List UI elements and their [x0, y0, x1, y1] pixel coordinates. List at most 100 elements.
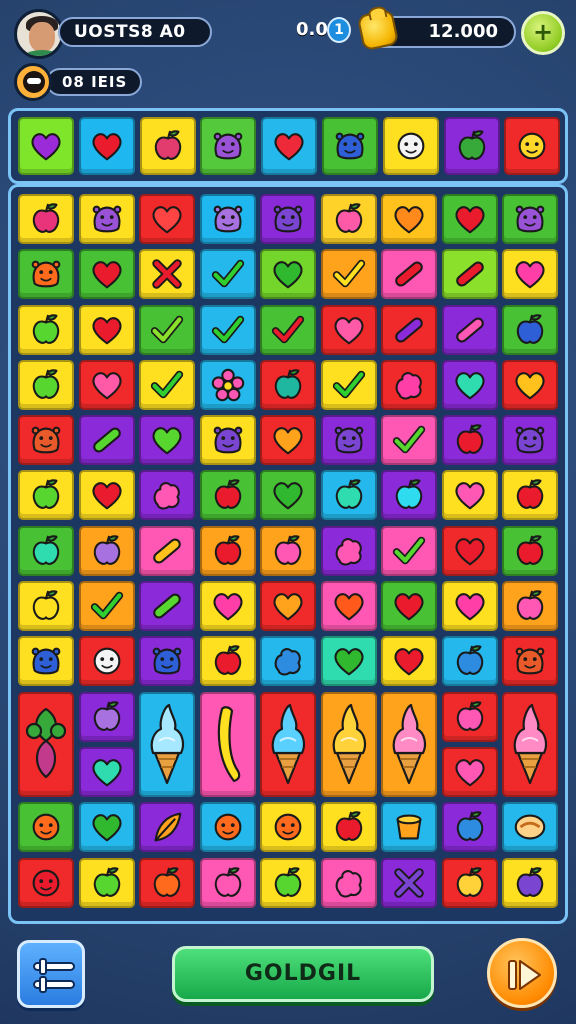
board-tile[interactable]	[320, 359, 377, 410]
board-tile[interactable]	[441, 194, 498, 244]
board-tile[interactable]	[320, 581, 377, 632]
menu-button[interactable]	[17, 940, 85, 1008]
board-tile[interactable]	[199, 802, 256, 853]
add-coins-button[interactable]: +	[521, 11, 565, 55]
board-tile[interactable]	[139, 802, 195, 853]
board-tile[interactable]	[381, 359, 437, 410]
board-tile[interactable]	[441, 304, 498, 355]
board-tile[interactable]	[78, 746, 135, 797]
board-tile[interactable]	[18, 802, 74, 853]
board-tile[interactable]	[260, 857, 316, 908]
board-tile[interactable]	[441, 359, 498, 410]
board-tile[interactable]	[320, 194, 377, 244]
board-tile[interactable]	[139, 415, 195, 466]
board-tile[interactable]	[381, 857, 437, 908]
board-tile[interactable]	[320, 857, 377, 908]
target-tile[interactable]	[504, 117, 561, 175]
board-tile[interactable]	[320, 802, 377, 853]
board-tile[interactable]	[320, 636, 377, 687]
board-tile[interactable]	[381, 525, 437, 576]
target-tile[interactable]	[321, 117, 378, 175]
board-tile[interactable]	[199, 194, 256, 244]
board-tile[interactable]	[199, 636, 256, 687]
target-tile[interactable]	[382, 117, 439, 175]
board-tile[interactable]	[260, 359, 316, 410]
board-tile[interactable]	[78, 249, 135, 300]
board-tile[interactable]	[441, 636, 498, 687]
target-tile[interactable]	[18, 117, 74, 175]
board-tile[interactable]	[18, 525, 74, 576]
board-tile[interactable]	[78, 691, 135, 742]
board-tile[interactable]	[260, 636, 316, 687]
board-tile[interactable]	[441, 802, 498, 853]
board-tile[interactable]	[320, 691, 377, 797]
board-tile[interactable]	[381, 470, 437, 521]
player-avatar[interactable]	[14, 9, 64, 59]
board-tile[interactable]	[78, 802, 135, 853]
board-tile[interactable]	[18, 359, 74, 410]
board-tile[interactable]	[139, 194, 195, 244]
board-tile[interactable]	[199, 249, 256, 300]
board-tile[interactable]	[199, 525, 256, 576]
board-tile[interactable]	[139, 470, 195, 521]
target-tile[interactable]	[443, 117, 500, 175]
board-tile[interactable]	[260, 415, 316, 466]
board-tile[interactable]	[320, 249, 377, 300]
board-tile[interactable]	[502, 470, 558, 521]
board-tile[interactable]	[502, 359, 558, 410]
board-tile[interactable]	[502, 802, 558, 853]
board-tile[interactable]	[199, 359, 256, 410]
board-tile[interactable]	[441, 415, 498, 466]
board-tile[interactable]	[78, 636, 135, 687]
board-tile[interactable]	[441, 746, 498, 797]
board-tile[interactable]	[18, 857, 74, 908]
board-tile[interactable]	[78, 581, 135, 632]
board-tile[interactable]	[18, 470, 74, 521]
board-tile[interactable]	[18, 194, 74, 244]
target-tile[interactable]	[78, 117, 135, 175]
board-tile[interactable]	[78, 194, 135, 244]
board-tile[interactable]	[260, 581, 316, 632]
board-tile[interactable]	[199, 304, 256, 355]
board-tile[interactable]	[139, 636, 195, 687]
board-tile[interactable]	[381, 415, 437, 466]
board-tile[interactable]	[199, 857, 256, 908]
board-tile[interactable]	[260, 525, 316, 576]
board-tile[interactable]	[381, 194, 437, 244]
board-tile[interactable]	[18, 691, 74, 797]
board-tile[interactable]	[320, 304, 377, 355]
board-tile[interactable]	[320, 470, 377, 521]
target-tile[interactable]	[139, 117, 196, 175]
board-tile[interactable]	[381, 249, 437, 300]
board-tile[interactable]	[18, 304, 74, 355]
score-badge[interactable]: 1	[327, 17, 351, 43]
board-tile[interactable]	[18, 581, 74, 632]
board-tile[interactable]	[441, 525, 498, 576]
board-tile[interactable]	[441, 249, 498, 300]
board-tile[interactable]	[199, 470, 256, 521]
board-tile[interactable]	[502, 194, 558, 244]
board-tile[interactable]	[18, 249, 74, 300]
board-tile[interactable]	[320, 525, 377, 576]
target-tile[interactable]	[261, 117, 318, 175]
board-tile[interactable]	[502, 304, 558, 355]
board-tile[interactable]	[260, 691, 316, 797]
board-tile[interactable]	[502, 581, 558, 632]
board-tile[interactable]	[139, 359, 195, 410]
board-tile[interactable]	[78, 304, 135, 355]
board-tile[interactable]	[502, 857, 558, 908]
board-tile[interactable]	[441, 581, 498, 632]
board-tile[interactable]	[139, 691, 195, 797]
board-tile[interactable]	[381, 304, 437, 355]
board-tile[interactable]	[78, 470, 135, 521]
board-tile[interactable]	[381, 581, 437, 632]
target-tile[interactable]	[200, 117, 257, 175]
board-tile[interactable]	[502, 249, 558, 300]
board-tile[interactable]	[502, 415, 558, 466]
board-tile[interactable]	[78, 857, 135, 908]
board-tile[interactable]	[139, 304, 195, 355]
board-tile[interactable]	[139, 525, 195, 576]
board-tile[interactable]	[381, 802, 437, 853]
board-tile[interactable]	[199, 415, 256, 466]
board-tile[interactable]	[199, 581, 256, 632]
